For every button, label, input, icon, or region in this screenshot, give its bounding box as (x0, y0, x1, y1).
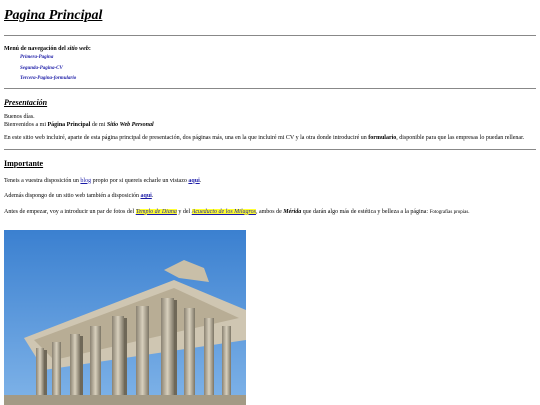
photos-paragraph: Antes de empezar, voy a introducir un pa… (4, 208, 536, 217)
blog-paragraph: Teneis a vuestra disposición un blog pro… (4, 178, 536, 186)
blog-here-link[interactable]: aqui (188, 178, 199, 184)
nav-item-segunda[interactable]: Segunda-Pagina-CV (20, 66, 536, 72)
page-root: Pagina Principal Menú de navegación del … (0, 0, 540, 405)
blog-pre: Teneis a vuestra disposición un (4, 177, 81, 184)
divider (4, 34, 536, 36)
nav-menu: Primera-Pagina Segunda-Pagina-CV Tercera… (4, 55, 536, 82)
merida-text: Mérida (283, 208, 302, 215)
nav-item-tercera[interactable]: Tercera-Pagina-formulario (20, 76, 536, 82)
intro-pre: En este sitio web incluiré, aparte de es… (4, 135, 369, 142)
photos-and: y del (176, 208, 192, 215)
welcome-bold: Página Principal (47, 121, 91, 128)
nav-title: Menú de navegación del sitio web: (4, 46, 536, 54)
site-pre: Además dispongo de un sitio web también … (4, 193, 141, 200)
divider (4, 88, 536, 90)
welcome-pre: Bienvenidos a mi (4, 121, 48, 128)
intro-text: En este sitio web incluiré, aparte de es… (4, 135, 536, 143)
welcome-mid: de mi (90, 121, 107, 128)
page-title: Pagina Principal (4, 8, 103, 23)
acueducto-link[interactable]: Acueducto de los Milagros (191, 208, 256, 215)
section-heading-presentacion: Presentación (4, 98, 48, 108)
greeting-text: Buenos días. Bienvenidos a mi Página Prin… (4, 114, 536, 129)
blog-post: . (199, 177, 202, 184)
site-here-link[interactable]: aqui (140, 193, 151, 199)
section-heading-importante: Importante (4, 158, 44, 168)
templo-link[interactable]: Templo de Diana (135, 208, 177, 215)
intro-bold: formulario (368, 135, 397, 142)
site-post: . (151, 193, 154, 200)
nav-item-primera[interactable]: Primera-Pagina (20, 55, 536, 61)
intro-post: , disponible para que las empresas lo pu… (396, 135, 525, 142)
blog-mid: propio por si quereis echarle un vistazo (91, 177, 189, 184)
photos-both: , ambos de (255, 208, 284, 215)
temple-of-diana-photo (4, 230, 246, 405)
blog-link[interactable]: blog (80, 178, 91, 184)
greeting: Buenos días. (4, 114, 35, 121)
nav-title-colon: : (88, 45, 91, 52)
photos-desc: que darán algo más de estética y belleza… (301, 208, 430, 215)
welcome-em: Sitio Web Personal (106, 121, 154, 128)
nav-title-text: Menú de navegación del (4, 45, 68, 52)
nav-title-em: sitio web (67, 45, 89, 52)
site-paragraph: Además dispongo de un sitio web también … (4, 193, 536, 201)
photos-pre: Antes de empezar, voy a introducir un pa… (4, 208, 136, 215)
photos-credit: Fotografías propias. (429, 209, 470, 215)
divider (4, 148, 536, 150)
